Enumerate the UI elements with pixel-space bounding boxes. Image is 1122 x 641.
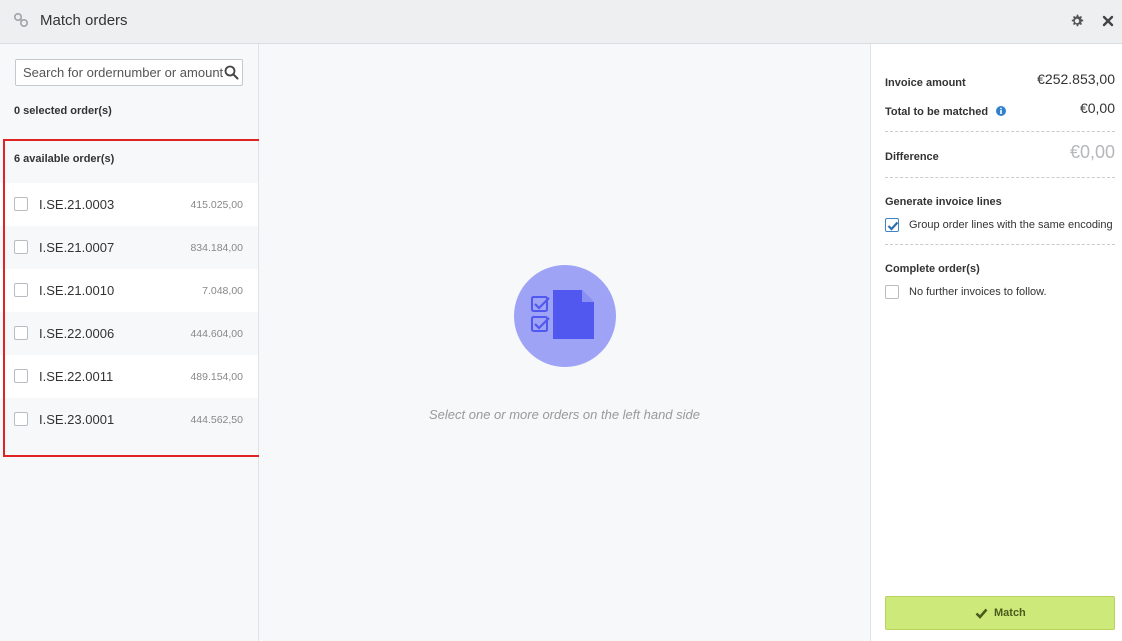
link-icon bbox=[13, 12, 29, 28]
order-list: I.SE.21.0003 415.025,00 I.SE.21.0007 834… bbox=[0, 183, 258, 441]
summary-panel: Invoice amount €252.853,00 Total to be m… bbox=[870, 44, 1122, 641]
order-amount: 7.048,00 bbox=[202, 285, 243, 297]
group-lines-checkbox[interactable] bbox=[885, 218, 899, 232]
search-icon[interactable] bbox=[224, 65, 239, 80]
window-title: Match orders bbox=[40, 12, 128, 29]
order-row[interactable]: I.SE.22.0006 444.604,00 bbox=[0, 312, 258, 355]
document-checklist-icon bbox=[514, 265, 616, 367]
order-number: I.SE.21.0003 bbox=[39, 197, 115, 212]
difference-row: Difference €0,00 bbox=[885, 142, 1115, 165]
available-orders-count: 6 available order(s) bbox=[14, 153, 115, 165]
complete-orders-label: Complete order(s) bbox=[885, 263, 980, 275]
close-icon[interactable] bbox=[1100, 13, 1116, 29]
total-matched-label: Total to be matched bbox=[885, 106, 989, 118]
check-icon bbox=[975, 608, 988, 619]
selected-orders-count: 0 selected order(s) bbox=[14, 105, 112, 117]
order-row[interactable]: I.SE.21.0003 415.025,00 bbox=[0, 183, 258, 226]
complete-orders-heading: Complete order(s) bbox=[885, 259, 1115, 277]
group-lines-label: Group order lines with the same encoding bbox=[909, 219, 1113, 231]
generate-lines-label: Generate invoice lines bbox=[885, 196, 1002, 208]
order-amount: 444.562,50 bbox=[190, 414, 243, 426]
invoice-amount-row: Invoice amount €252.853,00 bbox=[885, 71, 1115, 91]
order-number: I.SE.21.0007 bbox=[39, 240, 115, 255]
order-checkbox[interactable] bbox=[14, 369, 28, 383]
order-row[interactable]: I.SE.21.0010 7.048,00 bbox=[0, 269, 258, 312]
title-bar: Match orders bbox=[0, 0, 1122, 44]
order-number: I.SE.21.0010 bbox=[39, 283, 115, 298]
order-checkbox[interactable] bbox=[14, 240, 28, 254]
invoice-amount-label: Invoice amount bbox=[885, 77, 966, 89]
generate-lines-heading: Generate invoice lines bbox=[885, 192, 1115, 210]
order-selection-panel: 0 selected order(s) 6 available order(s)… bbox=[0, 44, 259, 641]
order-checkbox[interactable] bbox=[14, 412, 28, 426]
divider bbox=[885, 177, 1115, 178]
total-matched-value: €0,00 bbox=[1079, 100, 1115, 116]
checkmark-icon bbox=[887, 221, 899, 231]
gear-icon[interactable] bbox=[1069, 13, 1085, 29]
center-panel: Select one or more orders on the left ha… bbox=[259, 44, 870, 641]
order-number: I.SE.22.0006 bbox=[39, 326, 115, 341]
divider bbox=[885, 131, 1115, 132]
search-input[interactable] bbox=[16, 60, 224, 85]
difference-value: €0,00 bbox=[1069, 142, 1115, 162]
search-box bbox=[15, 59, 243, 86]
match-button-label: Match bbox=[994, 607, 1026, 619]
order-row[interactable]: I.SE.21.0007 834.184,00 bbox=[0, 226, 258, 269]
order-amount: 834.184,00 bbox=[190, 242, 243, 254]
order-checkbox[interactable] bbox=[14, 326, 28, 340]
order-checkbox[interactable] bbox=[14, 283, 28, 297]
order-row[interactable]: I.SE.22.0011 489.154,00 bbox=[0, 355, 258, 398]
order-amount: 415.025,00 bbox=[190, 199, 243, 211]
order-number: I.SE.22.0011 bbox=[39, 369, 114, 384]
order-amount: 489.154,00 bbox=[190, 371, 243, 383]
match-button[interactable]: Match bbox=[885, 596, 1115, 630]
divider bbox=[885, 244, 1115, 245]
order-number: I.SE.23.0001 bbox=[39, 412, 115, 427]
order-amount: 444.604,00 bbox=[190, 328, 243, 340]
difference-label: Difference bbox=[885, 151, 939, 163]
info-icon[interactable] bbox=[995, 106, 1006, 116]
no-further-invoices-label: No further invoices to follow. bbox=[909, 286, 1047, 298]
invoice-amount-value: €252.853,00 bbox=[1037, 71, 1115, 87]
order-checkbox[interactable] bbox=[14, 197, 28, 211]
empty-state-message: Select one or more orders on the left ha… bbox=[429, 407, 700, 422]
no-further-invoices-checkbox[interactable] bbox=[885, 285, 899, 299]
order-row[interactable]: I.SE.23.0001 444.562,50 bbox=[0, 398, 258, 441]
total-matched-row: Total to be matched €0,00 bbox=[885, 100, 1115, 120]
